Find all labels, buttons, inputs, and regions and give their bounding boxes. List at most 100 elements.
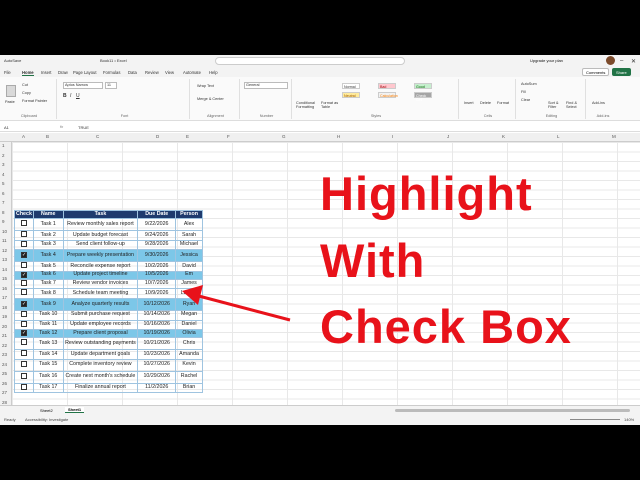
person-cell[interactable]: Brian (175, 382, 203, 394)
row-header[interactable]: 7 (2, 200, 5, 205)
accessibility-status[interactable]: Accessibility: Investigate (25, 417, 68, 422)
row-header[interactable]: 11 (2, 238, 7, 243)
person-cell[interactable]: David (175, 261, 203, 272)
row-header[interactable]: 1 (2, 143, 5, 148)
name-cell[interactable]: Task 16 (32, 370, 64, 384)
person-cell[interactable]: Alex (175, 218, 203, 231)
due-date-cell[interactable]: 10/27/2026 (137, 358, 177, 372)
fill-button[interactable]: Fill (521, 90, 526, 94)
row-header[interactable]: 22 (2, 343, 7, 348)
person-cell[interactable]: Olivia (175, 329, 203, 339)
checkbox[interactable] (20, 310, 27, 317)
due-date-cell[interactable]: 10/23/2026 (137, 349, 177, 360)
name-cell[interactable]: Task 11 (32, 319, 64, 331)
merge-center-button[interactable]: Merge & Center (197, 97, 224, 101)
avatar[interactable] (606, 56, 615, 65)
row-header[interactable]: 27 (2, 390, 7, 395)
row-header[interactable]: 19 (2, 314, 7, 319)
checkbox[interactable]: ✓ (20, 301, 27, 308)
header-check[interactable]: Check (14, 210, 34, 219)
cut-button[interactable]: Cut (22, 83, 28, 87)
checkbox[interactable] (20, 262, 27, 269)
checkbox[interactable]: ✓ (20, 252, 27, 259)
row-header[interactable]: 2 (2, 153, 5, 158)
task-cell[interactable]: Finalize annual report (62, 382, 139, 394)
row-header[interactable]: 24 (2, 362, 7, 367)
minimize-icon[interactable]: – (620, 58, 623, 64)
row-header[interactable]: 8 (2, 210, 5, 215)
column-header[interactable]: F (227, 134, 230, 139)
checkbox[interactable] (20, 383, 27, 390)
name-cell[interactable]: Task 1 (32, 218, 64, 231)
underline-icon[interactable]: U (76, 93, 80, 99)
style-calculation[interactable]: Calculation (378, 92, 398, 98)
row-header[interactable]: 9 (2, 219, 5, 224)
task-cell[interactable]: Complete inventory review (62, 358, 139, 372)
name-cell[interactable]: Task 8 (32, 288, 64, 299)
close-icon[interactable]: ✕ (631, 58, 636, 65)
sort-filter-button[interactable]: Sort & Filter (548, 101, 562, 109)
delete-cells-button[interactable]: Delete (480, 101, 491, 105)
conditional-formatting-button[interactable]: Conditional Formatting (296, 101, 318, 109)
style-normal[interactable]: Normal (342, 83, 360, 89)
name-box[interactable]: A1 (4, 125, 9, 130)
task-cell[interactable]: Review vendor invoices (62, 278, 139, 290)
formula-input[interactable]: TRUE (78, 125, 89, 130)
sheet-tab-sheet2[interactable]: Sheet2 (40, 408, 53, 413)
header-task[interactable]: Task (62, 210, 139, 219)
column-header[interactable]: A (22, 134, 25, 139)
person-cell[interactable]: Michael (175, 239, 203, 251)
name-cell[interactable]: Task 2 (32, 230, 64, 241)
row-header[interactable]: 4 (2, 172, 5, 177)
name-cell[interactable]: Task 10 (32, 309, 64, 321)
upgrade-button[interactable]: Upgrade your plan (530, 58, 563, 63)
name-cell[interactable]: Task 6 (32, 270, 64, 280)
row-header[interactable]: 23 (2, 352, 7, 357)
checkbox[interactable] (20, 231, 27, 237)
row-header[interactable]: 26 (2, 381, 7, 386)
task-cell[interactable]: Update budget forecast (62, 230, 139, 241)
autosum-button[interactable]: AutoSum (521, 82, 537, 86)
tab-page-layout[interactable]: Page Layout (73, 70, 97, 75)
addins-button[interactable]: Add-ins (592, 101, 605, 105)
row-header[interactable]: 13 (2, 257, 7, 262)
name-cell[interactable]: Task 14 (32, 349, 64, 360)
copy-button[interactable]: Copy (22, 91, 31, 95)
column-header[interactable]: K (502, 134, 505, 139)
column-header[interactable]: E (186, 134, 189, 139)
row-header[interactable]: 14 (2, 267, 7, 272)
sheet-tab-sheet1[interactable]: Sheet1 (65, 407, 85, 413)
name-cell[interactable]: Task 15 (32, 358, 64, 372)
checkbox[interactable] (20, 339, 27, 346)
name-cell[interactable]: Task 17 (32, 382, 64, 394)
row-header[interactable]: 5 (2, 181, 5, 186)
column-header[interactable]: D (156, 134, 159, 139)
checkbox[interactable] (20, 320, 27, 327)
name-cell[interactable]: Task 12 (32, 329, 64, 339)
paste-icon[interactable] (6, 85, 16, 97)
horizontal-scrollbar[interactable] (395, 409, 630, 412)
due-date-cell[interactable]: 10/29/2026 (137, 370, 177, 384)
tab-insert[interactable]: Insert (41, 70, 51, 75)
due-date-cell[interactable]: 11/2/2026 (137, 382, 177, 394)
bold-icon[interactable]: B (63, 93, 67, 99)
wrap-text-button[interactable]: Wrap Text (197, 84, 214, 88)
due-date-cell[interactable]: 9/30/2026 (137, 249, 177, 263)
tab-automate[interactable]: Automate (183, 70, 201, 75)
name-cell[interactable]: Task 13 (32, 337, 64, 351)
header-due-date[interactable]: Due Date (137, 210, 177, 219)
task-cell[interactable]: Review outstanding payments (62, 337, 139, 351)
row-header[interactable]: 10 (2, 229, 7, 234)
row-header[interactable]: 12 (2, 248, 7, 253)
task-cell[interactable]: Create next month's schedule (62, 370, 139, 384)
row-header[interactable]: 25 (2, 371, 7, 376)
row-header[interactable]: 3 (2, 162, 5, 167)
checkbox[interactable]: ✓ (20, 271, 27, 278)
due-date-cell[interactable]: 10/2/2026 (137, 261, 177, 272)
style-bad[interactable]: Bad (378, 83, 396, 89)
task-cell[interactable]: Reconcile expense report (62, 261, 139, 272)
tab-formulas[interactable]: Formulas (103, 70, 120, 75)
task-cell[interactable]: Review monthly sales report (62, 218, 139, 231)
task-cell[interactable]: Update project timeline (62, 270, 139, 280)
row-header[interactable]: 6 (2, 191, 5, 196)
